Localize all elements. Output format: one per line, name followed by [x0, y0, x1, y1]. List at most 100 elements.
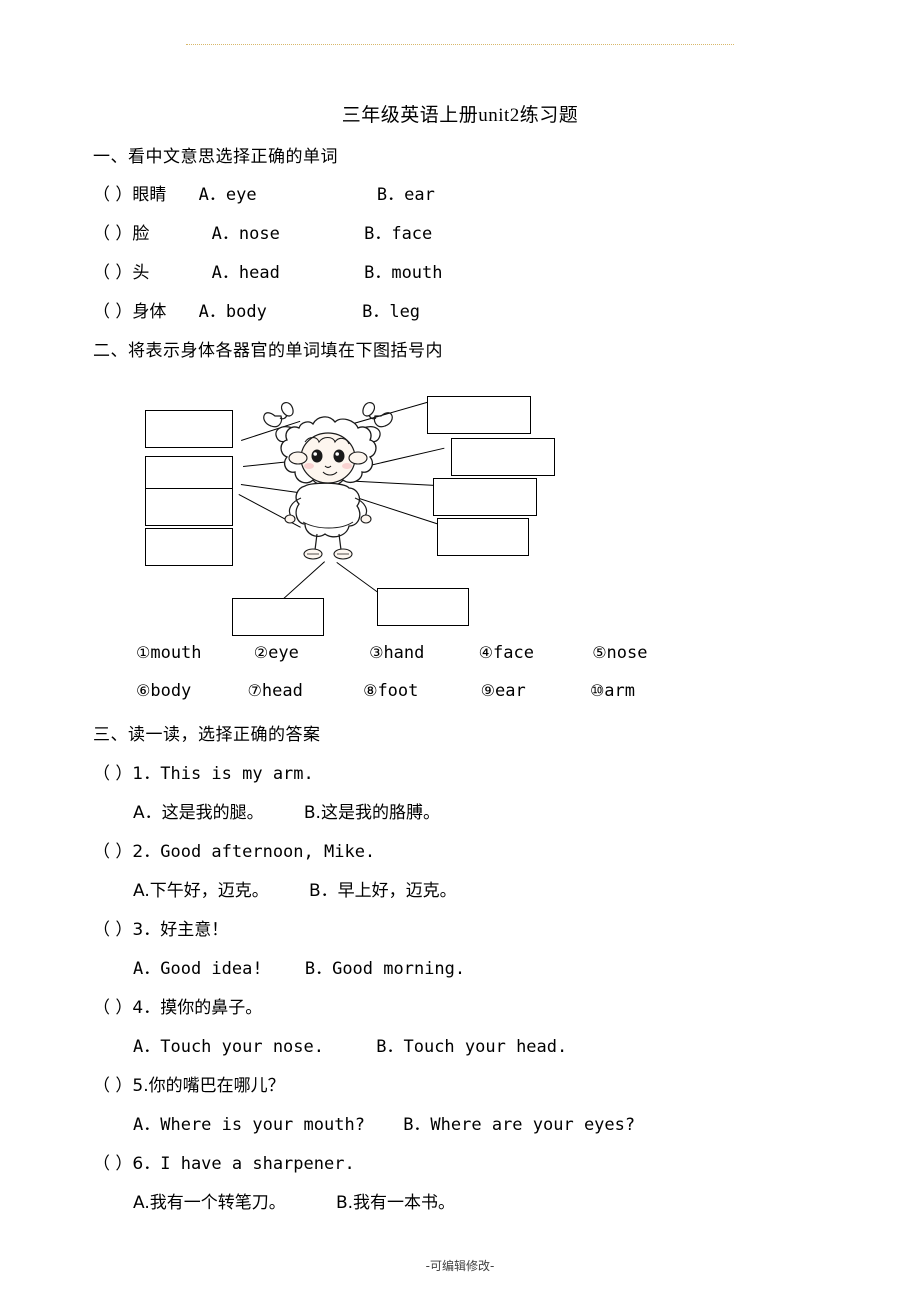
answer-box-right-4[interactable]: [437, 518, 529, 556]
question-text: 你的嘴巴在哪儿？: [148, 1076, 285, 1096]
word-bank-word: head: [261, 681, 303, 701]
word-bank-number: ⑩: [589, 681, 605, 700]
answer-box-left-1[interactable]: [145, 410, 233, 448]
option-a[interactable]: A．Touch your nose.: [133, 1037, 324, 1057]
word-bank-number: ⑥: [136, 681, 151, 700]
word-bank-word: face: [492, 643, 534, 663]
answer-box-left-4[interactable]: [145, 528, 233, 566]
answer-bracket[interactable]: （ ）: [93, 263, 132, 283]
word-bank-word: eye: [268, 643, 299, 663]
word-bank-word: mouth: [150, 643, 202, 663]
option-b[interactable]: B．mouth: [364, 263, 442, 283]
section-3-item-4-options: A．Touch your nose. B．Touch your head.: [133, 1032, 567, 1057]
word-bank-number: ④: [478, 643, 493, 662]
option-a[interactable]: A．eye: [199, 185, 257, 205]
answer-bracket[interactable]: （ ）: [93, 185, 132, 205]
page-footer: -可编辑修改-: [425, 1259, 495, 1273]
option-a[interactable]: A．Where is your mouth?: [133, 1115, 365, 1135]
item-chinese: 头: [132, 263, 150, 283]
item-number: 5.: [132, 1076, 149, 1096]
item-chinese: 身体: [132, 302, 167, 322]
page-title: 三年级英语上册unit2练习题: [341, 105, 579, 126]
section-3-item-4-question: （ ）4．摸你的鼻子。: [93, 993, 262, 1018]
question-text: This is my arm.: [160, 764, 314, 784]
option-b[interactable]: B．Good morning.: [305, 959, 465, 979]
option-b[interactable]: B．ear: [377, 185, 435, 205]
word-bank-number: ①: [136, 643, 151, 662]
question-text: 好主意！: [160, 920, 229, 940]
word-bank-word: arm: [604, 681, 636, 701]
item-chinese: 眼睛: [132, 185, 167, 205]
option-a[interactable]: A．Good idea!: [133, 959, 263, 979]
word-bank-word: hand: [383, 643, 425, 663]
answer-bracket[interactable]: （ ）: [93, 302, 132, 322]
answer-box-bottom-2[interactable]: [377, 588, 469, 626]
sheep-illustration: [253, 394, 403, 574]
word-bank-row-2: ⑥body ⑦head ⑧foot ⑨ear ⑩arm: [136, 681, 635, 701]
word-bank-word: body: [150, 681, 192, 701]
item-number: 6．: [132, 1154, 161, 1174]
worksheet-page: 三年级英语上册unit2练习题 一、看中文意思选择正确的单词 （ ）眼睛 A．e…: [0, 0, 920, 1302]
option-b[interactable]: B．早上好，迈克。: [309, 881, 457, 901]
word-bank-word: nose: [606, 643, 648, 663]
section-3-item-6-question: （ ）6．I have a sharpener.: [93, 1149, 355, 1174]
answer-bracket[interactable]: （ ）: [93, 1154, 132, 1174]
option-a[interactable]: A．body: [199, 302, 267, 322]
option-a[interactable]: A.下午好，迈克。: [133, 881, 269, 901]
item-number: 3．: [132, 920, 161, 940]
answer-box-right-2[interactable]: [451, 438, 555, 476]
section-3-item-1-options: A．这是我的腿。 B.这是我的胳膊。: [133, 798, 440, 823]
option-a[interactable]: A．head: [212, 263, 280, 283]
answer-bracket[interactable]: （ ）: [93, 842, 132, 862]
word-bank-number: ③: [369, 643, 384, 662]
word-bank-number: ②: [253, 643, 269, 662]
question-text: 摸你的鼻子。: [160, 998, 263, 1018]
word-bank-row-1: ①mouth ②eye ③hand ④face ⑤nose: [136, 643, 647, 663]
section-3-item-3-options: A．Good idea! B．Good morning.: [133, 954, 465, 979]
section-3-heading: 三、读一读，选择正确的答案: [93, 725, 321, 745]
word-bank-word: foot: [377, 681, 419, 701]
word-bank-number: ⑤: [592, 643, 607, 662]
section-1-heading: 一、看中文意思选择正确的单词: [93, 147, 338, 167]
answer-box-left-3[interactable]: [145, 488, 233, 526]
word-bank-number: ⑧: [363, 681, 378, 700]
item-chinese: 脸: [132, 224, 150, 244]
section-1-item-4: （ ）身体 A．body B．leg: [93, 297, 420, 322]
option-a[interactable]: A．这是我的腿。: [133, 803, 264, 823]
answer-bracket[interactable]: （ ）: [93, 920, 132, 940]
answer-box-bottom-1[interactable]: [232, 598, 324, 636]
option-a[interactable]: A.我有一个转笔刀。: [133, 1193, 286, 1213]
option-b[interactable]: B．leg: [362, 302, 420, 322]
section-3-item-1-question: （ ）1．This is my arm.: [93, 759, 314, 784]
header-divider: [186, 44, 734, 45]
word-bank-number: ⑦: [247, 681, 262, 700]
item-number: 2．: [132, 842, 161, 862]
answer-bracket[interactable]: （ ）: [93, 764, 132, 784]
section-3-item-2-options: A.下午好，迈克。 B．早上好，迈克。: [133, 876, 457, 901]
section-3-item-5-question: （ ）5.你的嘴巴在哪儿？: [93, 1071, 285, 1096]
question-text: Good afternoon, Mike.: [160, 842, 376, 862]
word-bank-number: ⑨: [480, 681, 495, 700]
section-2-heading: 二、将表示身体各器官的单词填在下图括号内: [93, 341, 443, 361]
option-b[interactable]: B．Touch your head.: [376, 1037, 567, 1057]
section-3-item-6-options: A.我有一个转笔刀。 B.我有一本书。: [133, 1188, 455, 1213]
answer-bracket[interactable]: （ ）: [93, 224, 132, 244]
body-parts-diagram: [93, 376, 813, 646]
section-1-item-2: （ ）脸 A．nose B．face: [93, 219, 432, 244]
section-3-item-2-question: （ ）2．Good afternoon, Mike.: [93, 837, 375, 862]
answer-box-right-1[interactable]: [427, 396, 531, 434]
section-3-item-3-question: （ ）3．好主意！: [93, 915, 228, 940]
word-bank-word: ear: [494, 681, 526, 701]
section-1-item-3: （ ）头 A．head B．mouth: [93, 258, 443, 283]
option-b[interactable]: B．Where are your eyes?: [403, 1115, 635, 1135]
answer-bracket[interactable]: （ ）: [93, 1076, 132, 1096]
option-b[interactable]: B.这是我的胳膊。: [304, 803, 440, 823]
question-text: I have a sharpener.: [160, 1154, 355, 1174]
section-1-item-1: （ ）眼睛 A．eye B．ear: [93, 180, 435, 205]
option-b[interactable]: B．face: [364, 224, 432, 244]
answer-bracket[interactable]: （ ）: [93, 998, 132, 1018]
section-3-item-5-options: A．Where is your mouth? B．Where are your …: [133, 1110, 635, 1135]
option-b[interactable]: B.我有一本书。: [336, 1193, 455, 1213]
option-a[interactable]: A．nose: [212, 224, 280, 244]
answer-box-right-3[interactable]: [433, 478, 537, 516]
